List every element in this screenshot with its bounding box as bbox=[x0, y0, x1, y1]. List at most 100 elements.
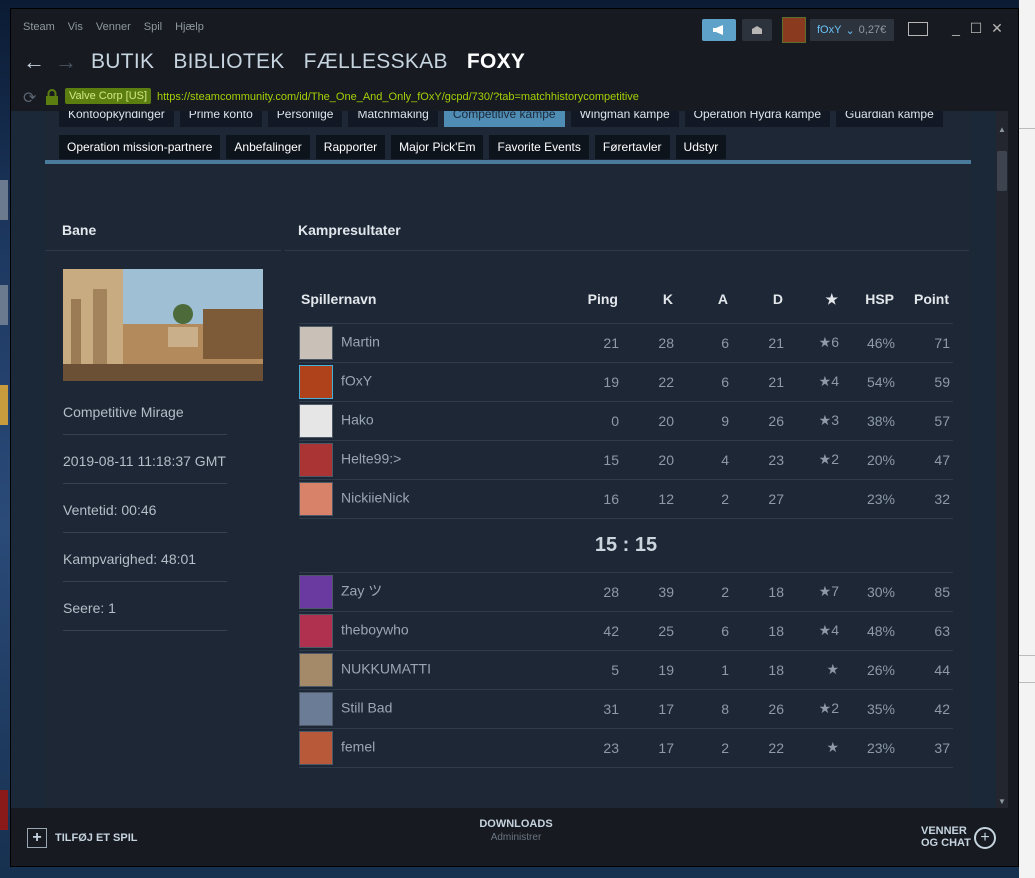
menu-bar: Steam Vis Venner Spil Hjælp bbox=[23, 21, 204, 33]
subtab-reports[interactable]: Rapporter bbox=[315, 135, 386, 159]
minimize-button[interactable]: _ bbox=[946, 20, 966, 36]
tab-butik[interactable]: BUTIK bbox=[91, 50, 154, 74]
add-friend-icon[interactable]: + bbox=[974, 827, 996, 849]
subtab-favorite-events[interactable]: Favorite Events bbox=[489, 135, 589, 159]
stat-ping: 28 bbox=[566, 572, 622, 612]
menu-steam[interactable]: Steam bbox=[23, 21, 55, 33]
account-menu[interactable]: fOxY ⌄ 0,27€ bbox=[810, 19, 894, 41]
stat-points: 32 bbox=[898, 479, 953, 519]
announcement-button[interactable] bbox=[702, 19, 736, 41]
stat-kills: 20 bbox=[622, 401, 677, 441]
player-avatar[interactable] bbox=[299, 364, 333, 399]
maximize-button[interactable]: ☐ bbox=[966, 20, 986, 37]
scroll-thumb[interactable] bbox=[997, 151, 1007, 191]
forward-arrow-icon[interactable]: → bbox=[55, 49, 77, 75]
certificate-badge[interactable]: Valve Corp [US] bbox=[65, 88, 152, 104]
stat-hsp: 30% bbox=[842, 572, 898, 612]
page-scrollbar[interactable]: ▲ ▼ bbox=[996, 111, 1008, 808]
player-avatar[interactable] bbox=[299, 691, 333, 726]
tab-bibliotek[interactable]: BIBLIOTEK bbox=[173, 50, 284, 74]
player-avatar[interactable] bbox=[299, 481, 333, 516]
player-avatar[interactable] bbox=[299, 325, 333, 360]
player-name[interactable]: Martin bbox=[341, 333, 380, 349]
player-name[interactable]: NickiieNick bbox=[341, 489, 409, 505]
stat-points: 44 bbox=[898, 650, 953, 690]
stat-ping: 23 bbox=[566, 728, 622, 768]
divider bbox=[63, 483, 227, 484]
stat-points: 85 bbox=[898, 572, 953, 612]
friends-chat-button[interactable]: VENNER OG CHAT bbox=[921, 825, 971, 849]
subtab[interactable]: Prime konto bbox=[179, 111, 262, 127]
big-picture-icon[interactable] bbox=[908, 22, 928, 36]
player-name[interactable]: Zay ツ bbox=[341, 582, 382, 598]
player-name[interactable]: Still Bad bbox=[341, 699, 392, 715]
user-avatar[interactable] bbox=[782, 17, 806, 43]
player-avatar[interactable] bbox=[299, 442, 333, 477]
envelope-icon bbox=[752, 26, 762, 34]
player-row: Zay ツ 28 39 2 18 ★7 30% 85 bbox=[299, 572, 953, 612]
stat-assists: 2 bbox=[677, 572, 732, 612]
player-name[interactable]: fOxY bbox=[341, 372, 372, 388]
stat-mvp: ★2 bbox=[787, 440, 842, 480]
page-url[interactable]: https://steamcommunity.com/id/The_One_An… bbox=[157, 91, 639, 103]
stat-mvp: ★2 bbox=[787, 689, 842, 729]
downloads-button[interactable]: DOWNLOADS Administrer bbox=[471, 818, 561, 843]
add-game-button[interactable]: + TILFØJ ET SPIL bbox=[27, 828, 138, 848]
subtab[interactable]: Matchmaking bbox=[348, 111, 438, 127]
stat-ping: 16 bbox=[566, 479, 622, 519]
player-avatar[interactable] bbox=[299, 652, 333, 687]
player-name[interactable]: Helte99:> bbox=[341, 450, 401, 466]
notifications-button[interactable] bbox=[742, 19, 772, 41]
subtab[interactable]: Personlige bbox=[267, 111, 343, 127]
subtab[interactable]: Kontoopkyndinger bbox=[59, 111, 174, 127]
close-button[interactable]: ✕ bbox=[987, 20, 1007, 37]
stat-points: 47 bbox=[898, 440, 953, 480]
subtab-active[interactable]: Competitive kampe bbox=[443, 111, 565, 127]
player-avatar[interactable] bbox=[299, 730, 333, 765]
desktop-icon[interactable] bbox=[0, 790, 8, 830]
subtab[interactable]: Wingman kampe bbox=[570, 111, 679, 127]
menu-venner[interactable]: Venner bbox=[96, 21, 131, 33]
col-kills: K bbox=[622, 276, 677, 324]
col-mvp: ★ bbox=[787, 276, 842, 324]
player-name[interactable]: Hako bbox=[341, 411, 374, 427]
stat-assists: 2 bbox=[677, 479, 732, 519]
background-window-edge bbox=[1019, 0, 1035, 878]
subtab-recommendations[interactable]: Anbefalinger bbox=[226, 135, 310, 159]
subtab[interactable]: Operation Hydra kampe bbox=[684, 111, 831, 127]
back-arrow-icon[interactable]: ← bbox=[23, 49, 45, 75]
player-row: Helte99:> 15 20 4 23 ★2 20% 47 bbox=[299, 440, 953, 480]
lock-icon bbox=[46, 89, 58, 105]
tab-faellesskab[interactable]: FÆLLESSKAB bbox=[304, 50, 448, 74]
reload-icon[interactable]: ⟳ bbox=[23, 88, 36, 108]
subtab-pickem[interactable]: Major Pick'Em bbox=[391, 135, 484, 159]
map-name: Competitive Mirage bbox=[63, 404, 184, 420]
player-name[interactable]: NUKKUMATTI bbox=[341, 660, 431, 676]
player-cell: Still Bad bbox=[299, 689, 566, 729]
tab-underline bbox=[45, 160, 971, 164]
desktop-icon[interactable] bbox=[0, 285, 8, 325]
stat-deaths: 23 bbox=[732, 440, 787, 480]
subtab[interactable]: Guardian kampe bbox=[836, 111, 943, 127]
map-header: Bane bbox=[62, 222, 97, 238]
subtab-equipment[interactable]: Udstyr bbox=[675, 135, 727, 159]
menu-hjaelp[interactable]: Hjælp bbox=[175, 21, 204, 33]
player-avatar[interactable] bbox=[299, 613, 333, 648]
player-cell: Helte99:> bbox=[299, 440, 566, 480]
player-avatar[interactable] bbox=[299, 403, 333, 438]
subtab-mission-partners[interactable]: Operation mission-partnere bbox=[59, 135, 221, 159]
subtab-leaderboards[interactable]: Førertavler bbox=[594, 135, 670, 159]
scroll-up-icon[interactable]: ▲ bbox=[996, 125, 1008, 137]
tab-profile[interactable]: FOXY bbox=[467, 50, 525, 74]
player-name[interactable]: theboywho bbox=[341, 621, 409, 637]
player-cell: Martin bbox=[299, 323, 566, 363]
player-avatar[interactable] bbox=[299, 574, 333, 609]
stat-kills: 17 bbox=[622, 728, 677, 768]
team-1-rows: Martin 21 28 6 21 ★6 46% 71 fOxY 19 22 6 21 ★4 54% 59 Ha… bbox=[299, 323, 953, 519]
desktop-icon[interactable] bbox=[0, 180, 8, 220]
menu-spil[interactable]: Spil bbox=[144, 21, 162, 33]
player-name[interactable]: femel bbox=[341, 738, 375, 754]
desktop-icon[interactable] bbox=[0, 385, 8, 425]
stat-hsp: 38% bbox=[842, 401, 898, 441]
menu-vis[interactable]: Vis bbox=[68, 21, 83, 33]
